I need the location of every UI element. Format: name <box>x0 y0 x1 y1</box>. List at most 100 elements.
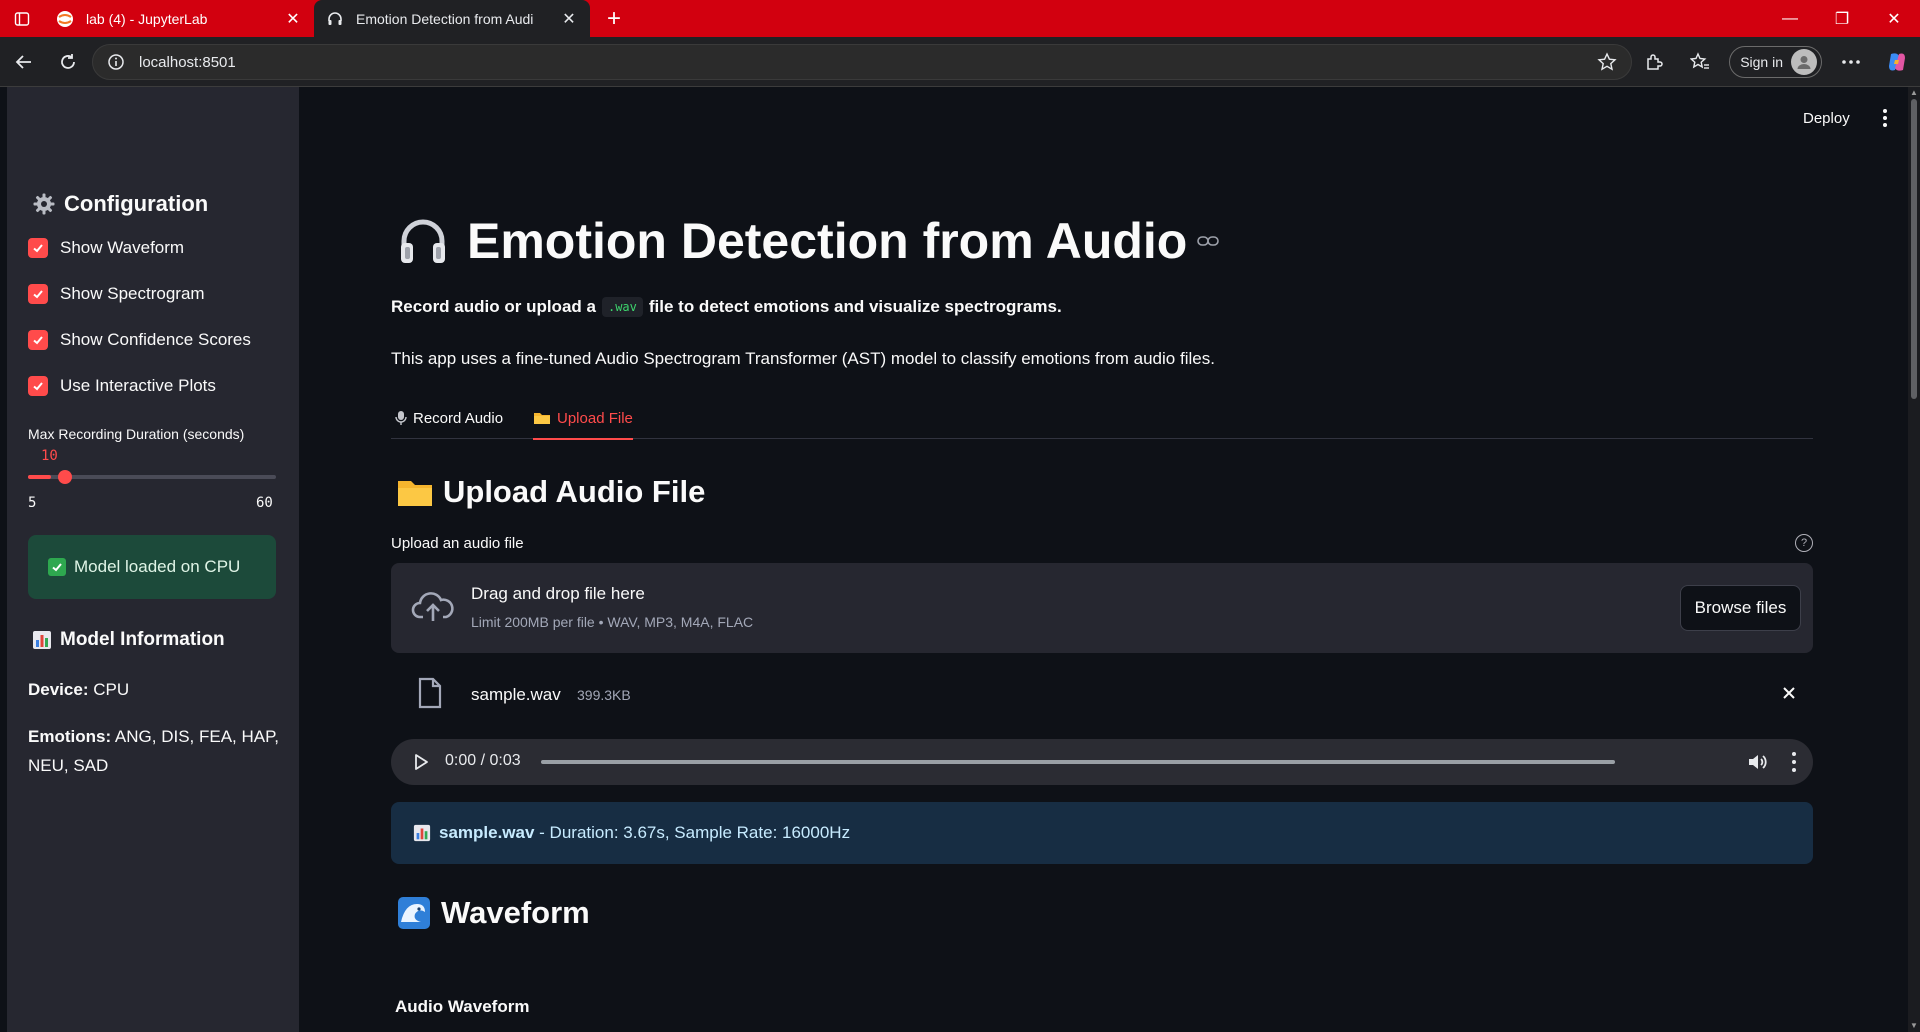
waveform-title: Waveform <box>441 895 590 930</box>
bar-chart-icon <box>32 630 52 650</box>
gear-icon <box>32 192 56 216</box>
url-text: localhost:8501 <box>139 53 236 71</box>
dropzone-title: Drag and drop file here <box>471 584 645 603</box>
favorites-icon[interactable] <box>1677 37 1723 87</box>
microphone-icon <box>395 410 407 426</box>
show-confidence-scores-checkbox[interactable]: Show Confidence Scores <box>28 330 251 350</box>
tab-record-audio[interactable]: Record Audio <box>395 397 503 439</box>
slider-thumb[interactable] <box>57 470 72 484</box>
folder-icon <box>533 410 551 426</box>
more-menu-icon[interactable] <box>1828 37 1874 87</box>
bookmark-star-icon[interactable] <box>1597 52 1617 72</box>
scroll-up-icon[interactable]: ▲ <box>1910 89 1918 97</box>
slider-value: 10 <box>41 448 58 464</box>
tab-label: Record Audio <box>413 409 504 427</box>
copilot-icon[interactable] <box>1874 37 1920 87</box>
headphones-icon <box>397 215 449 267</box>
browser-tab-emotion-detection[interactable]: Emotion Detection from Audi ✕ <box>314 0 590 37</box>
tab-title: lab (4) - JupyterLab <box>86 10 208 27</box>
help-icon[interactable]: ? <box>1795 534 1813 552</box>
title-text: Emotion Detection from Audio <box>467 213 1188 269</box>
scroll-down-icon[interactable]: ▼ <box>1910 1022 1918 1030</box>
site-info-icon[interactable] <box>107 53 125 71</box>
model-information-title: Model Information <box>60 629 225 650</box>
minimize-icon[interactable]: — <box>1764 0 1816 37</box>
emotions-label: Emotions: <box>28 727 112 746</box>
page-scrollbar[interactable]: ▲ ▼ <box>1908 87 1920 1032</box>
browser-tab-jupyterlab[interactable]: lab (4) - JupyterLab ✕ <box>44 0 314 37</box>
tab-upload-file[interactable]: Upload File <box>533 397 633 440</box>
model-loaded-alert: Model loaded on CPU <box>28 535 276 599</box>
slider-fill <box>28 475 51 479</box>
file-name: sample.wav <box>471 685 561 704</box>
slider-label: Max Recording Duration (seconds) <box>28 426 245 442</box>
checkbox-checked-icon[interactable] <box>28 284 48 304</box>
restore-icon[interactable]: ❐ <box>1816 0 1868 37</box>
browse-files-button[interactable]: Browse files <box>1680 585 1801 631</box>
player-options-icon[interactable] <box>1791 752 1797 772</box>
checkbox-label: Use Interactive Plots <box>60 376 216 395</box>
jupyter-icon <box>56 10 74 28</box>
play-icon[interactable] <box>413 753 429 776</box>
close-window-icon[interactable]: ✕ <box>1868 0 1920 37</box>
tab-actions-icon[interactable] <box>0 0 44 37</box>
checkbox-label: Show Spectrogram <box>60 284 205 303</box>
scrollbar-thumb[interactable] <box>1911 99 1917 399</box>
info-file-details: - Duration: 3.67s, Sample Rate: 16000Hz <box>534 823 851 842</box>
description: This app uses a fine-tuned Audio Spectro… <box>391 349 1215 368</box>
file-icon <box>417 677 443 714</box>
file-dropzone[interactable]: Drag and drop file here Limit 200MB per … <box>391 563 1813 653</box>
use-interactive-plots-checkbox[interactable]: Use Interactive Plots <box>28 376 216 396</box>
browser-tab-bar: lab (4) - JupyterLab ✕ Emotion Detection… <box>0 0 1920 37</box>
audio-waveform-subtitle: Audio Waveform <box>395 997 530 1016</box>
upload-section-title: Upload Audio File <box>443 474 706 509</box>
device-label: Device: <box>28 680 89 699</box>
bar-chart-icon <box>413 824 431 842</box>
new-tab-button[interactable]: + <box>596 0 632 37</box>
device-value: CPU <box>93 680 130 699</box>
anchor-link-icon[interactable] <box>1197 235 1220 247</box>
emotions-info: Emotions: ANG, DIS, FEA, HAP, NEU, SAD <box>28 722 279 780</box>
show-spectrogram-checkbox[interactable]: Show Spectrogram <box>28 284 205 304</box>
avatar-icon <box>1791 49 1817 75</box>
file-info-alert: sample.wav - Duration: 3.67s, Sample Rat… <box>391 802 1813 864</box>
subtitle-pre: Record audio or upload a <box>391 297 596 316</box>
extensions-icon[interactable] <box>1631 37 1677 87</box>
wav-code: .wav <box>601 297 643 317</box>
sign-in-button[interactable]: Sign in <box>1729 46 1822 78</box>
sidebar: Configuration Show Waveform Show Spectro… <box>7 87 299 1032</box>
close-tab-icon[interactable]: ✕ <box>560 10 578 28</box>
back-icon[interactable] <box>4 42 44 82</box>
volume-icon[interactable] <box>1746 751 1768 778</box>
browser-nav-bar: localhost:8501 Sign in <box>0 37 1920 87</box>
show-waveform-checkbox[interactable]: Show Waveform <box>28 238 184 258</box>
folder-icon <box>397 476 433 508</box>
checkbox-checked-icon[interactable] <box>28 330 48 350</box>
emotions-value: ANG, DIS, FEA, HAP, <box>114 727 279 746</box>
remove-file-icon[interactable] <box>1779 683 1799 703</box>
model-information-heading: Model Information <box>32 629 225 651</box>
configuration-title: Configuration <box>64 191 209 216</box>
max-duration-slider[interactable] <box>28 470 276 484</box>
app-page: Configuration Show Waveform Show Spectro… <box>7 87 1908 1032</box>
close-tab-icon[interactable]: ✕ <box>284 10 302 28</box>
subtitle-post: file to detect emotions and visualize sp… <box>648 297 1062 316</box>
deploy-button[interactable]: Deploy <box>1803 110 1850 127</box>
player-seek-bar[interactable] <box>541 760 1615 764</box>
emotions-value-continued: NEU, SAD <box>28 756 109 775</box>
reload-icon[interactable] <box>48 42 88 82</box>
checkbox-label: Show Confidence Scores <box>60 330 251 349</box>
configuration-heading: Configuration <box>32 191 208 217</box>
checkbox-checked-icon[interactable] <box>28 376 48 396</box>
window-controls: — ❐ ✕ <box>1764 0 1920 37</box>
tab-title: Emotion Detection from Audi <box>356 10 534 27</box>
checkbox-checked-icon[interactable] <box>28 238 48 258</box>
address-bar[interactable]: localhost:8501 <box>92 44 1632 80</box>
cloud-upload-icon <box>411 587 455 632</box>
waveform-section-heading: Waveform <box>397 895 590 931</box>
browser-toolbar-right: Sign in <box>1631 37 1920 87</box>
main-menu-icon[interactable] <box>1875 105 1895 131</box>
uploaded-file-row: sample.wav 399.3KB <box>391 665 1813 725</box>
headphones-icon <box>326 10 344 28</box>
sign-in-label: Sign in <box>1740 54 1783 70</box>
